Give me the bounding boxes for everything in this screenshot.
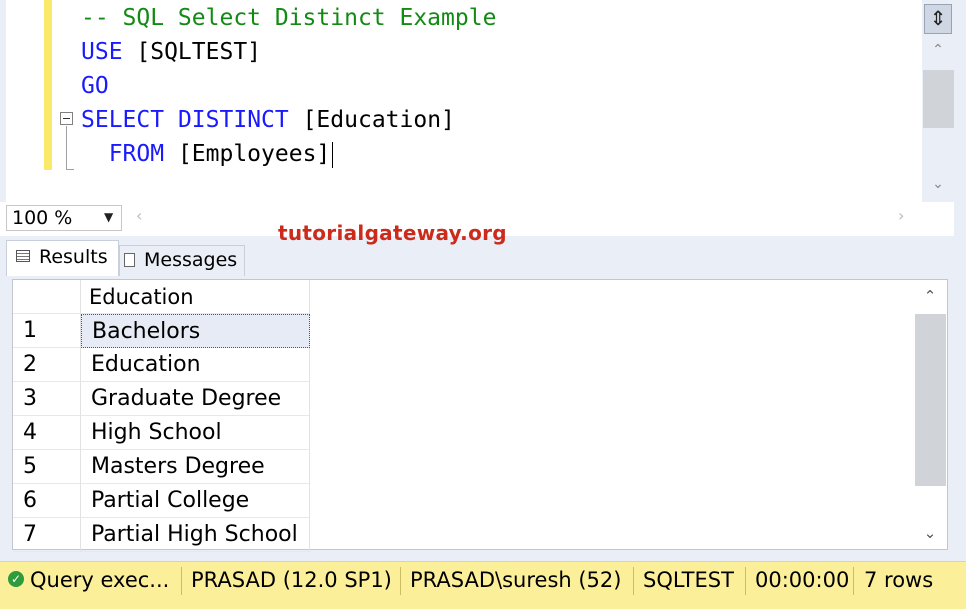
scroll-right-icon[interactable]: › [898,206,904,225]
row-number[interactable]: 6 [13,484,81,518]
table-row[interactable]: 2 Education [13,348,311,382]
tab-messages[interactable]: Messages [119,245,245,276]
table-row[interactable]: 1 Bachelors [13,314,311,348]
cell-education[interactable]: Masters Degree [81,450,310,484]
code-line-3[interactable]: GO [81,71,109,101]
results-scroll-thumb[interactable] [915,314,946,486]
scroll-left-icon[interactable]: ‹ [136,206,142,225]
tab-results-label: Results [39,246,108,268]
scroll-up-icon[interactable]: ⌃ [926,42,950,64]
status-rows: 7 rows [864,568,934,592]
table-row[interactable]: 7 Partial High School [13,518,311,552]
status-time: 00:00:00 [755,568,850,592]
table-row[interactable]: 6 Partial College [13,484,311,518]
code-token: USE [81,39,123,65]
scroll-up-icon[interactable]: ⌃ [914,287,946,311]
grid-icon [16,250,30,262]
status-query: Query exec... [30,568,170,592]
text-caret [332,142,333,168]
editor-gutter [0,0,6,202]
code-line-4[interactable]: SELECT DISTINCT [Education] [81,105,455,135]
cell-education[interactable]: Partial High School [81,518,310,552]
status-divider [633,567,634,595]
code-token: FROM [108,141,165,167]
scroll-down-icon[interactable]: ⌄ [926,176,950,198]
code-token: [Employees] [164,141,331,167]
row-number[interactable]: 1 [13,314,81,348]
status-database: SQLTEST [643,568,734,592]
row-number[interactable]: 3 [13,382,81,416]
code-token: SELECT [81,107,165,133]
code-token: -- SQL Select Distinct Example [81,5,497,31]
code-token: [SQLTEST] [122,39,262,65]
grid-corner[interactable] [13,280,81,314]
code-line-2[interactable]: USE [SQLTEST] [81,37,261,67]
check-circle-icon: ✓ [8,571,24,587]
code-token: [Education] [288,107,455,133]
column-header-education[interactable]: Education [81,280,310,314]
row-number[interactable]: 5 [13,450,81,484]
tab-messages-label: Messages [144,249,238,271]
status-divider [181,567,182,595]
collapse-toggle-icon[interactable] [60,112,73,125]
outline-guide [66,126,67,170]
messages-icon [124,253,135,267]
chevron-down-icon[interactable]: ▼ [104,207,113,227]
code-line-5[interactable]: FROM [Employees] [81,139,331,169]
code-token: DISTINCT [177,107,289,133]
table-row[interactable]: 5 Masters Degree [13,450,311,484]
cell-education[interactable]: Partial College [81,484,310,518]
status-divider [745,567,746,595]
scroll-down-icon[interactable]: ⌄ [914,524,946,548]
change-tracking-bar [44,0,52,170]
split-editor-icon[interactable]: ⇕ [924,4,952,34]
cell-education[interactable]: High School [81,416,310,450]
code-token: GO [81,73,109,99]
table-row[interactable]: 3 Graduate Degree [13,382,311,416]
status-divider [853,567,854,595]
outline-guide-end [66,169,74,170]
cell-education[interactable]: Graduate Degree [81,382,310,416]
row-number[interactable]: 7 [13,518,81,552]
row-number[interactable]: 4 [13,416,81,450]
table-row[interactable]: 4 High School [13,416,311,450]
cell-education[interactable]: Bachelors [81,314,310,348]
status-server: PRASAD (12.0 SP1) [191,568,392,592]
status-divider [400,567,401,595]
editor-scroll-thumb[interactable] [923,70,954,128]
code-line-1[interactable]: -- SQL Select Distinct Example [81,3,496,33]
cell-education[interactable]: Education [81,348,310,382]
status-user: PRASAD\suresh (52) [410,568,622,592]
watermark-text: tutorialgateway.org [278,221,507,245]
row-number[interactable]: 2 [13,348,81,382]
